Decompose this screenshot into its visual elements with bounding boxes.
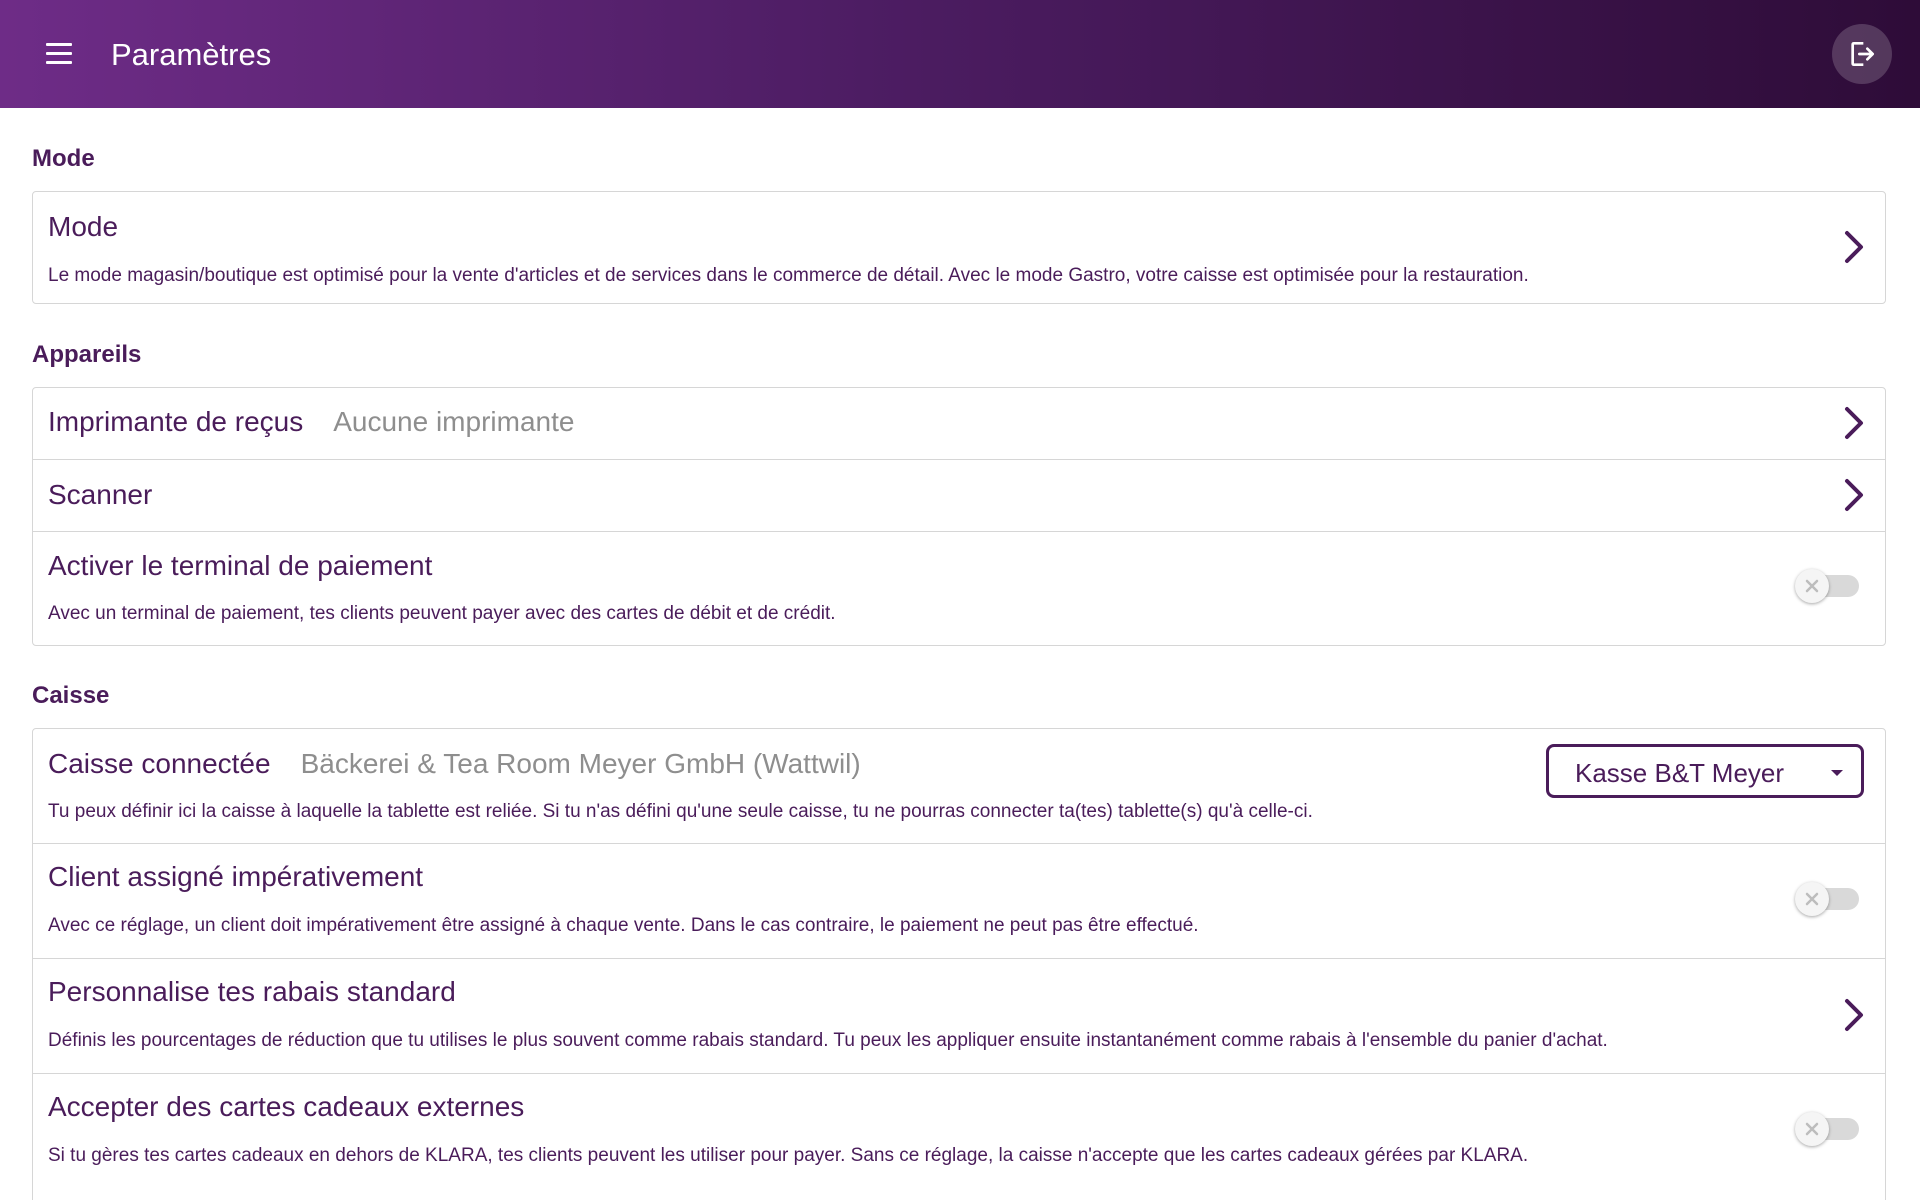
settings-content: Mode Mode Le mode magasin/boutique est o… (0, 108, 1920, 1200)
client-required-toggle[interactable] (1795, 882, 1863, 916)
logout-button[interactable] (1832, 24, 1892, 84)
external-gift-cards-toggle[interactable] (1795, 1112, 1863, 1146)
register-dropdown-value: Kasse B&T Meyer (1575, 758, 1785, 788)
setting-payment-terminal: Activer le terminal de paiement Avec un … (33, 531, 1885, 645)
receipt-printer-value: Aucune imprimante (333, 406, 575, 437)
setting-external-gift-cards-title: Accepter des cartes cadeaux externes (48, 1091, 525, 1122)
setting-external-gift-cards-description: Si tu gères tes cartes cadeaux en dehors… (48, 1145, 1529, 1166)
setting-payment-terminal-title: Activer le terminal de paiement (48, 550, 433, 581)
section-title-caisse: Caisse (32, 682, 110, 709)
logout-icon (1851, 42, 1874, 66)
chevron-right-icon (1845, 231, 1863, 263)
setting-scanner[interactable]: Scanner (33, 459, 1885, 531)
hamburger-menu-icon[interactable] (44, 40, 74, 68)
setting-client-required-description: Avec ce réglage, un client doit impérati… (48, 915, 1199, 936)
setting-scanner-title: Scanner (48, 479, 153, 510)
setting-mode-title: Mode (48, 211, 119, 242)
receipt-printer-label: Imprimante de reçus (48, 406, 304, 437)
setting-standard-discounts[interactable]: Personnalise tes rabais standard Définis… (33, 958, 1885, 1073)
chevron-right-icon (1845, 407, 1863, 439)
register-dropdown[interactable]: Kasse B&T Meyer (1546, 744, 1864, 798)
app-bar: Paramètres (0, 0, 1920, 108)
section-title-mode: Mode (32, 145, 95, 172)
payment-terminal-toggle[interactable] (1795, 569, 1863, 603)
section-title-appareils: Appareils (32, 341, 142, 368)
setting-receipt-printer[interactable]: Imprimante de reçus Aucune imprimante (33, 388, 1885, 459)
setting-mode[interactable]: Mode Le mode magasin/boutique est optimi… (33, 192, 1885, 303)
setting-connected-register-title: Caisse connectée Bäckerei & Tea Room Meye… (48, 747, 861, 781)
toggle-knob (1795, 1112, 1829, 1146)
toggle-knob (1795, 569, 1829, 603)
card-appareils: Imprimante de reçus Aucune imprimante Sca… (32, 387, 1886, 646)
setting-client-required: Client assigné impérativement Avec ce ré… (33, 843, 1885, 958)
setting-payment-terminal-description: Avec un terminal de paiement, tes client… (48, 603, 836, 624)
setting-client-required-title: Client assigné impérativement (48, 861, 424, 892)
connected-register-store: Bäckerei & Tea Room Meyer GmbH (Wattwil) (300, 748, 861, 779)
connected-register-label: Caisse connectée (48, 748, 271, 779)
close-icon (1805, 1122, 1819, 1136)
close-icon (1805, 892, 1819, 906)
chevron-right-icon (1845, 999, 1863, 1031)
chevron-down-icon (1831, 770, 1843, 776)
setting-connected-register: Caisse connectée Bäckerei & Tea Room Meye… (33, 729, 1885, 843)
setting-standard-discounts-description: Définis les pourcentages de réduction qu… (48, 1030, 1608, 1051)
card-mode: Mode Le mode magasin/boutique est optimi… (32, 191, 1886, 304)
page-title: Paramètres (111, 37, 272, 72)
setting-receipt-printer-title: Imprimante de reçus Aucune imprimante (48, 405, 574, 439)
card-caisse: Caisse connectée Bäckerei & Tea Room Meye… (32, 728, 1886, 1200)
close-icon (1805, 579, 1819, 593)
setting-external-gift-cards: Accepter des cartes cadeaux externes Si … (33, 1073, 1885, 1188)
toggle-knob (1795, 882, 1829, 916)
setting-connected-register-description: Tu peux définir ici la caisse à laquelle… (48, 801, 1313, 822)
setting-mode-description: Le mode magasin/boutique est optimisé po… (48, 265, 1529, 286)
chevron-right-icon (1845, 479, 1863, 511)
setting-standard-discounts-title: Personnalise tes rabais standard (48, 976, 456, 1007)
